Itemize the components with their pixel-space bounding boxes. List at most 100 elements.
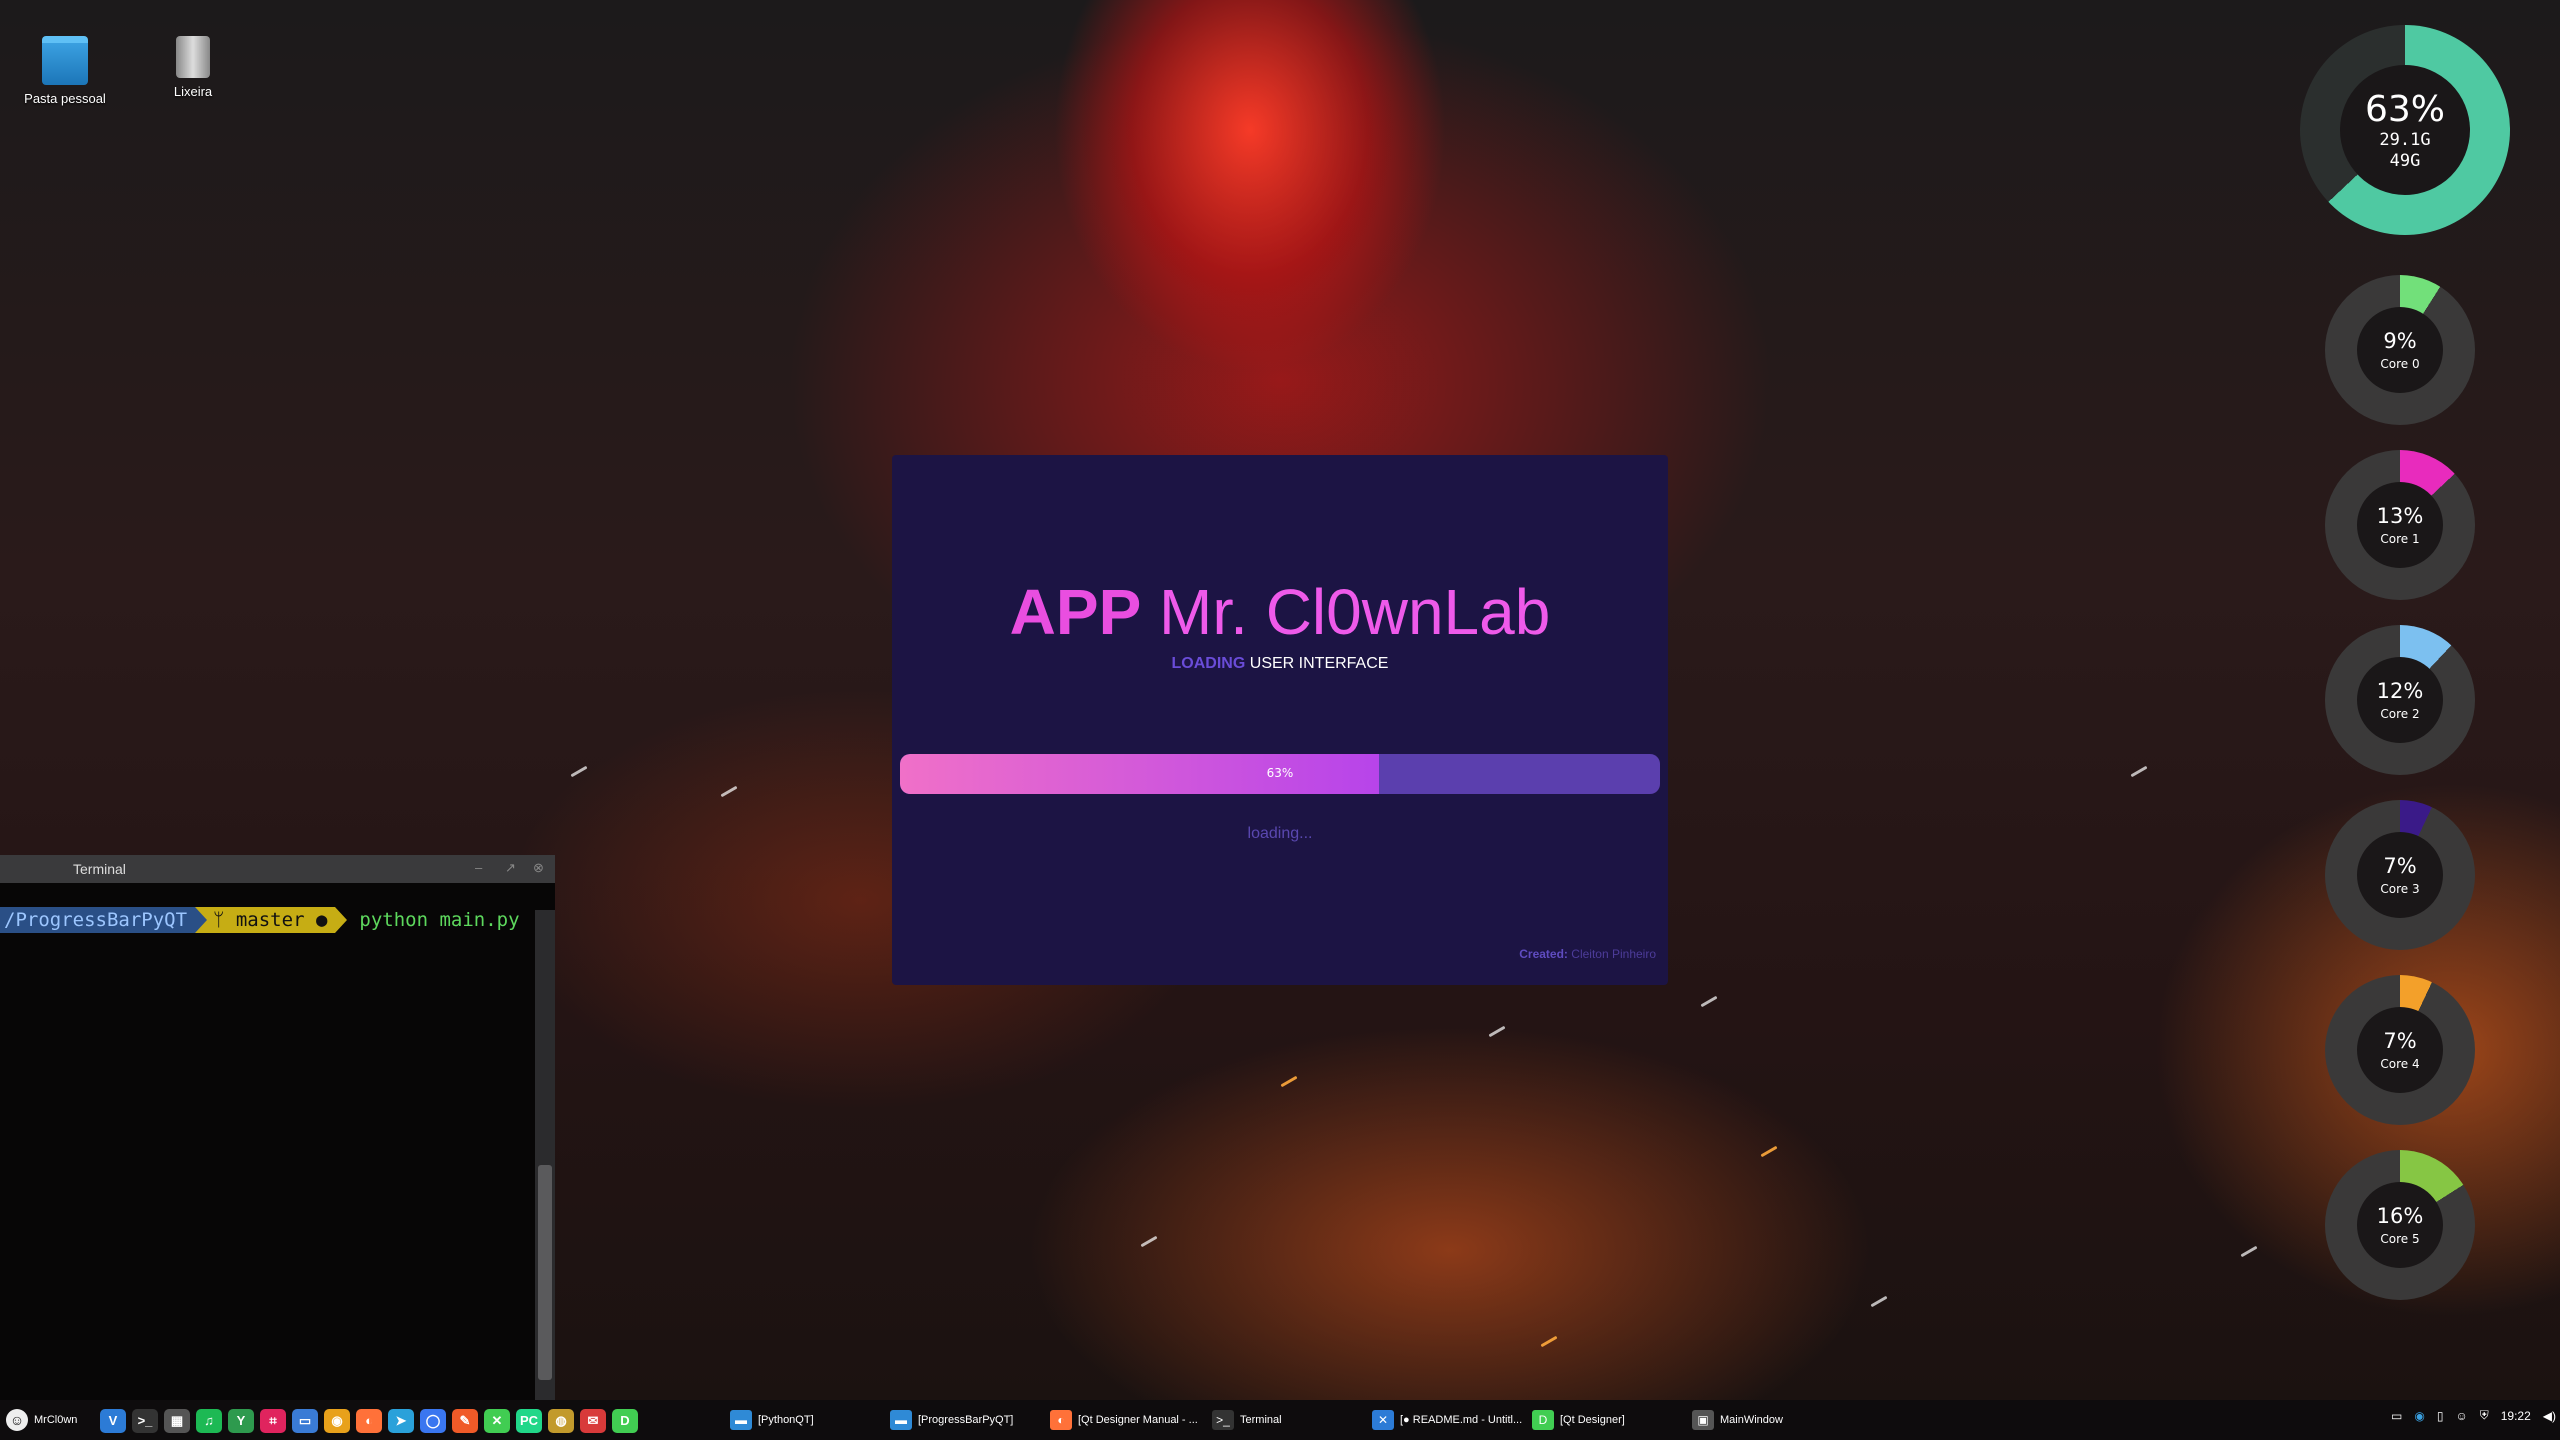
prompt-path: /ProgressBarPyQT <box>0 907 196 933</box>
terminal-title: Terminal <box>73 861 126 877</box>
progress-label: 63% <box>1266 766 1294 780</box>
window-app-icon: ▬ <box>730 1410 752 1430</box>
chat-icon[interactable]: ✉ <box>580 1409 606 1433</box>
credit: Created: Cleiton Pinheiro <box>1519 947 1656 961</box>
credit-name: Cleiton Pinheiro <box>1571 947 1656 961</box>
terminal-icon[interactable]: >_ <box>132 1409 158 1433</box>
signal-icon[interactable]: ◯ <box>420 1409 446 1433</box>
taskbar-window-button[interactable]: D [Qt Designer] <box>1532 1408 1625 1432</box>
app-subtitle: LOADING USER INTERFACE <box>892 655 1668 673</box>
cpu-core-gauge: 16% Core 5 <box>2325 1150 2475 1300</box>
window-app-icon: ▬ <box>890 1410 912 1430</box>
monitor-icon[interactable]: ▦ <box>164 1409 190 1433</box>
window-app-icon: ▣ <box>1692 1410 1714 1430</box>
shield-icon[interactable]: ⛨ <box>2480 1408 2489 1423</box>
memory-percent: 63% <box>2364 88 2445 130</box>
core-name: Core 2 <box>2380 707 2420 721</box>
close-icon[interactable]: ⊗ <box>533 860 544 876</box>
window-app-icon: ✕ <box>1372 1410 1394 1430</box>
minimize-icon[interactable]: – <box>475 860 482 875</box>
username: MrCl0wn <box>34 1414 78 1426</box>
core-name: Core 4 <box>2380 1057 2420 1071</box>
network-icon[interactable]: ◉ <box>2414 1409 2424 1423</box>
core-name: Core 1 <box>2380 532 2420 546</box>
system-tray: ▭ ◉ ▯ ☺ ⛨ 19:22 ◀) <box>2391 1408 2556 1423</box>
trash-icon <box>176 36 210 78</box>
chrome-icon[interactable]: ◉ <box>324 1409 350 1433</box>
progress-bar: 63% <box>900 754 1660 794</box>
volume-icon[interactable]: ◀) <box>2543 1409 2556 1423</box>
gimp-icon[interactable]: ◍ <box>548 1409 574 1433</box>
window-app-icon: D <box>1532 1410 1554 1430</box>
taskbar-window-button[interactable]: ▣ MainWindow <box>1692 1408 1783 1432</box>
memory-gauge: 63% 29.1G 49G <box>2300 25 2510 235</box>
window-app-icon: >_ <box>1212 1410 1234 1430</box>
maximize-icon[interactable]: ↗ <box>505 860 516 876</box>
taskbar-window-button[interactable]: ▬ [ProgressBarPyQT] <box>890 1408 1013 1432</box>
terminal-window[interactable]: Terminal – ↗ ⊗ /ProgressBarPyQT ᛘ master… <box>0 855 555 1400</box>
core-name: Core 5 <box>2380 1232 2420 1246</box>
prompt-line: /ProgressBarPyQT ᛘ master ● python main.… <box>0 907 520 933</box>
window-title: [PythonQT] <box>758 1414 814 1426</box>
user-icon[interactable]: ☺ <box>2455 1409 2467 1423</box>
firefox-icon[interactable]: ◐ <box>356 1409 382 1433</box>
prompt-git-branch: ᛘ master ● <box>207 907 336 933</box>
cpu-core-gauge: 9% Core 0 <box>2325 275 2475 425</box>
designer-icon[interactable]: D <box>612 1409 638 1433</box>
prompt-separator-icon <box>335 907 348 933</box>
desktop-icon-trash[interactable]: Lixeira <box>138 36 248 99</box>
core-percent: 12% <box>2376 679 2424 703</box>
vscode-icon[interactable]: V <box>100 1409 126 1433</box>
memory-total: 49G <box>2389 150 2421 171</box>
window-title: [ProgressBarPyQT] <box>918 1414 1014 1426</box>
scrollbar-thumb[interactable] <box>538 1165 552 1380</box>
quick-launch: V >_ ▦ ♫ Y ⌗ ▭ ◉ ◐ ➤ ◯ ✎ ✕ PC ◍ ✉ D <box>100 1409 638 1433</box>
window-title: Terminal <box>1240 1414 1282 1426</box>
core-name: Core 3 <box>2380 882 2420 896</box>
window-title: [● README.md - Untitl... <box>1400 1414 1523 1426</box>
subtitle-rest: USER INTERFACE <box>1249 655 1389 672</box>
credit-label: Created: <box>1519 947 1568 961</box>
terminal-titlebar[interactable]: Terminal – ↗ ⊗ <box>0 855 555 883</box>
app-title: APP Mr. Cl0wnLab <box>892 575 1668 649</box>
taskbar-window-button[interactable]: ▬ [PythonQT] <box>730 1408 814 1432</box>
desktop-icon-home[interactable]: Pasta pessoal <box>10 36 120 106</box>
cpu-core-gauge: 7% Core 4 <box>2325 975 2475 1125</box>
spotify-icon[interactable]: ♫ <box>196 1409 222 1433</box>
window-title: [Qt Designer Manual - ... <box>1078 1414 1198 1426</box>
loading-status: loading... <box>1247 825 1313 842</box>
cpu-core-gauge: 7% Core 3 <box>2325 800 2475 950</box>
files-icon[interactable]: ▭ <box>292 1409 318 1433</box>
editor-icon[interactable]: ✎ <box>452 1409 478 1433</box>
taskbar: ☺ MrCl0wn V >_ ▦ ♫ Y ⌗ ▭ ◉ ◐ ➤ ◯ ✎ ✕ PC ◍ ✉ D ▬ [PythonQ… <box>0 1400 2560 1440</box>
pycharm-icon[interactable]: PC <box>516 1409 542 1433</box>
window-app-icon: ◐ <box>1050 1410 1072 1430</box>
display-icon[interactable]: ▭ <box>2391 1409 2402 1423</box>
app-title-rest: Mr. Cl0wnLab <box>1159 576 1551 648</box>
desktop-icon-label: Pasta pessoal <box>24 91 106 106</box>
prompt-command: python main.py <box>359 909 520 931</box>
memory-used: 29.1G <box>2379 129 2431 150</box>
core-percent: 7% <box>2383 1029 2417 1053</box>
clock[interactable]: 19:22 <box>2501 1409 2531 1423</box>
taskbar-window-button[interactable]: ✕ [● README.md - Untitl... <box>1372 1408 1522 1432</box>
telegram-icon[interactable]: ➤ <box>388 1409 414 1433</box>
folder-home-icon <box>42 36 88 85</box>
screenshot-icon[interactable]: ⌗ <box>260 1409 286 1433</box>
clipboard-icon[interactable]: ▯ <box>2437 1409 2444 1423</box>
core-percent: 9% <box>2383 329 2417 353</box>
start-menu-button[interactable]: ☺ MrCl0wn <box>6 1409 77 1431</box>
core-percent: 16% <box>2376 1204 2424 1228</box>
qtcreator-icon[interactable]: ✕ <box>484 1409 510 1433</box>
taskbar-window-button[interactable]: ◐ [Qt Designer Manual - ... <box>1050 1408 1198 1432</box>
app-icon[interactable]: Y <box>228 1409 254 1433</box>
window-title: MainWindow <box>1720 1414 1783 1426</box>
terminal-scrollbar[interactable] <box>535 910 555 1400</box>
taskbar-window-button[interactable]: >_ Terminal <box>1212 1408 1282 1432</box>
window-title: [Qt Designer] <box>1560 1414 1625 1426</box>
cpu-core-gauge: 13% Core 1 <box>2325 450 2475 600</box>
cpu-core-gauge: 12% Core 2 <box>2325 625 2475 775</box>
splash-screen: APP Mr. Cl0wnLab LOADING USER INTERFACE … <box>892 455 1668 985</box>
core-name: Core 0 <box>2380 357 2420 371</box>
clown-avatar-icon: ☺ <box>6 1409 28 1431</box>
